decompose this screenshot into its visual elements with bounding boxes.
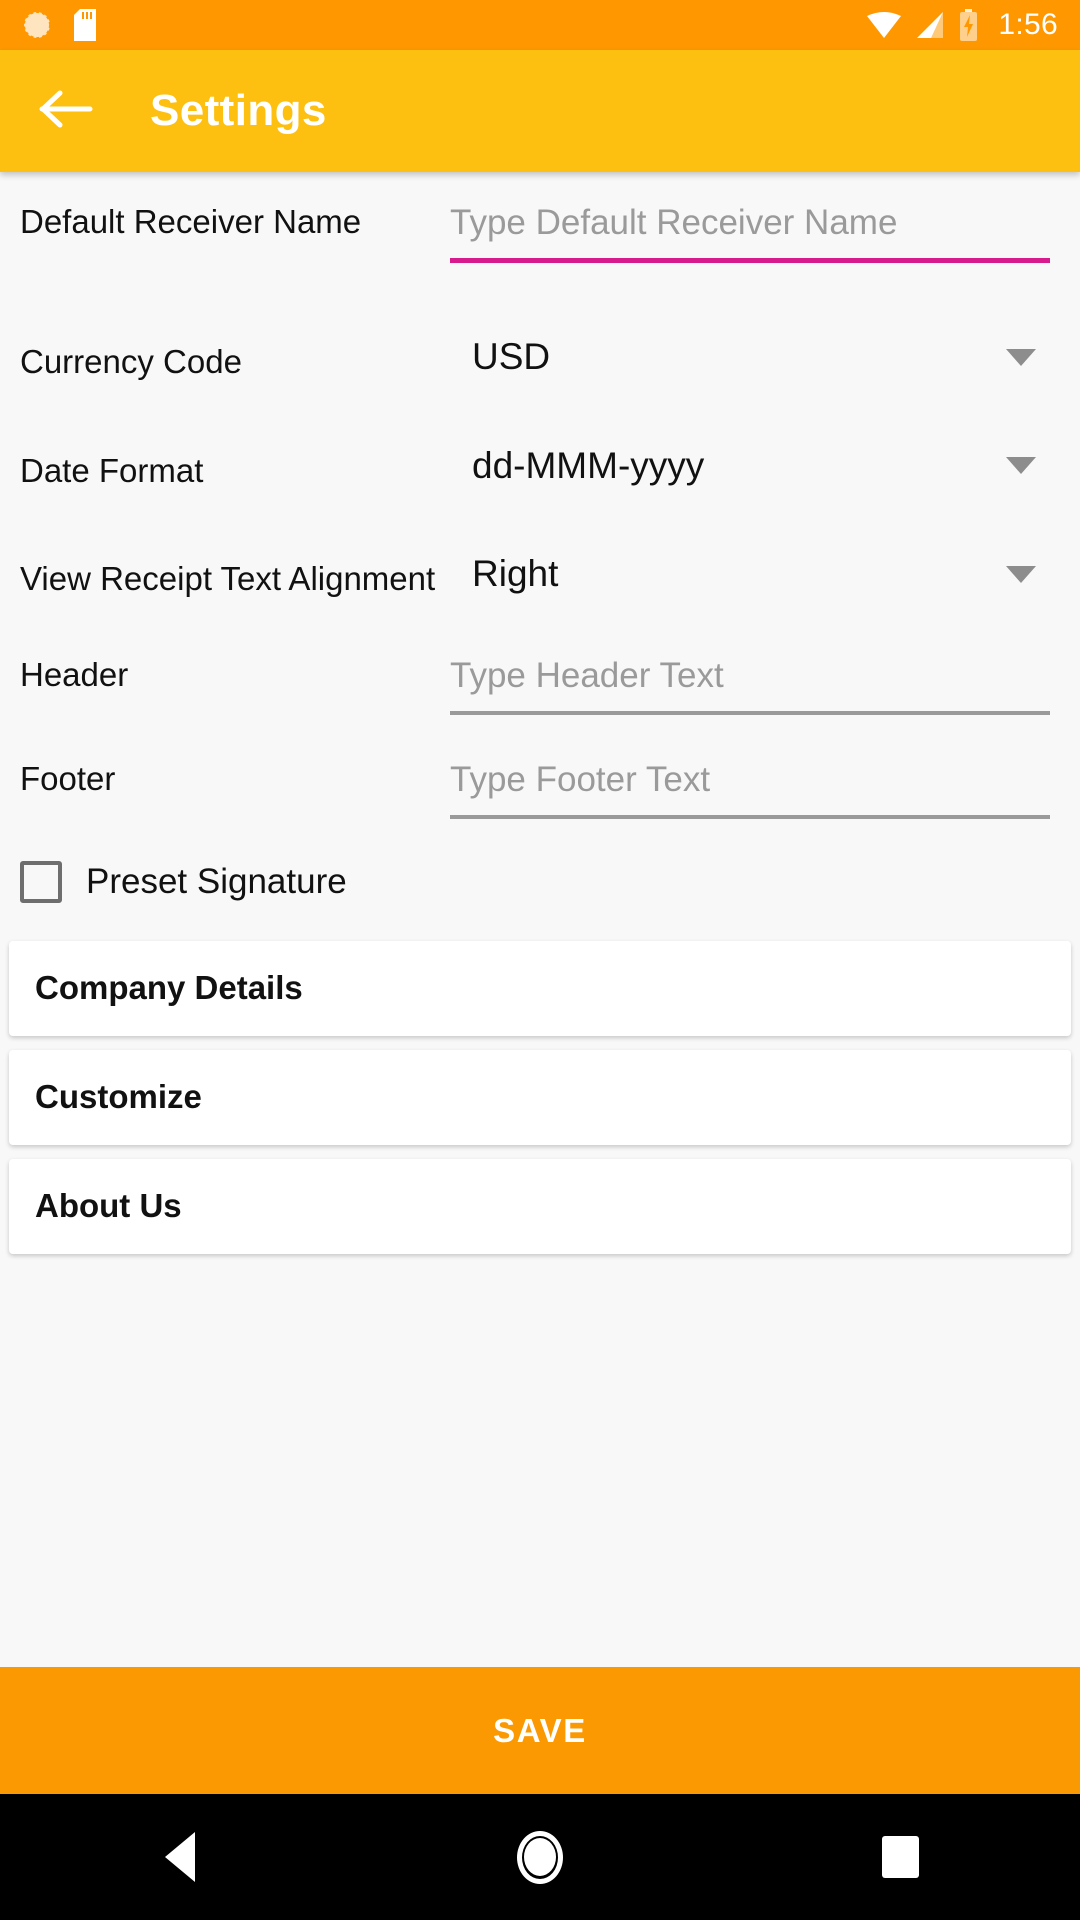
save-button[interactable]: SAVE <box>0 1667 1080 1794</box>
row-header: Header Type Header Text <box>0 655 1080 715</box>
header-input[interactable]: Type Header Text <box>450 655 1060 715</box>
android-navigation-bar <box>0 1794 1080 1920</box>
row-default-receiver-name: Default Receiver Name Type Default Recei… <box>0 202 1080 263</box>
chevron-down-icon <box>1006 348 1036 366</box>
back-button[interactable] <box>18 63 114 159</box>
preset-signature-row[interactable]: Preset Signature <box>0 860 1080 903</box>
default-receiver-name-input[interactable]: Type Default Receiver Name <box>450 202 1060 263</box>
chevron-down-icon <box>1006 565 1036 583</box>
default-receiver-name-underline <box>450 258 1050 263</box>
card-customize-label: Customize <box>35 1078 202 1116</box>
card-about-us-label: About Us <box>35 1187 182 1225</box>
footer-placeholder: Type Footer Text <box>450 759 711 799</box>
card-about-us[interactable]: About Us <box>9 1158 1071 1254</box>
currency-code-value: USD <box>472 336 551 377</box>
arrow-back-icon <box>38 86 94 137</box>
square-recents-icon <box>881 1836 919 1878</box>
sync-icon <box>22 10 52 40</box>
label-currency-code: Currency Code <box>20 343 242 380</box>
date-format-dropdown[interactable]: dd-MMM-yyyy <box>472 444 1060 488</box>
view-receipt-text-alignment-dropdown[interactable]: Right <box>472 552 1060 596</box>
status-bar-left-icons <box>22 9 96 41</box>
currency-code-dropdown[interactable]: USD <box>472 335 1060 379</box>
view-receipt-text-alignment-value: Right <box>472 553 559 595</box>
settings-content: Default Receiver Name Type Default Recei… <box>0 172 1080 1667</box>
nav-recents-button[interactable] <box>810 1794 990 1920</box>
label-footer: Footer <box>20 759 116 797</box>
nav-home-button[interactable] <box>450 1794 630 1920</box>
save-button-label: SAVE <box>493 1711 587 1749</box>
preset-signature-label: Preset Signature <box>86 861 347 901</box>
footer-input[interactable]: Type Footer Text <box>450 759 1060 819</box>
header-placeholder: Type Header Text <box>450 655 724 695</box>
status-bar: 1:56 <box>0 0 1080 50</box>
battery-charging-icon <box>959 9 978 41</box>
triangle-back-icon <box>165 1832 195 1882</box>
circle-home-inner <box>524 1838 556 1876</box>
settings-screen: 1:56 Settings Default Receiver Name Type… <box>0 0 1080 1920</box>
row-view-receipt-text-alignment: View Receipt Text Alignment Right <box>0 552 1080 599</box>
row-footer: Footer Type Footer Text <box>0 759 1080 819</box>
label-default-receiver-name: Default Receiver Name <box>20 203 362 240</box>
app-bar: Settings <box>0 50 1080 172</box>
card-company-details[interactable]: Company Details <box>9 940 1071 1036</box>
sd-card-icon <box>74 9 96 41</box>
label-date-format: Date Format <box>20 451 204 489</box>
nav-back-button[interactable] <box>90 1794 270 1920</box>
cellular-signal-icon <box>915 11 945 39</box>
label-header: Header <box>20 655 129 693</box>
page-title: Settings <box>150 86 327 135</box>
wifi-icon <box>867 11 902 39</box>
preset-signature-checkbox[interactable] <box>20 860 62 903</box>
default-receiver-name-placeholder: Type Default Receiver Name <box>450 203 898 242</box>
row-currency-code: Currency Code USD <box>0 335 1080 382</box>
footer-underline <box>450 814 1050 819</box>
status-bar-right-icons: 1:56 <box>867 8 1058 42</box>
card-company-details-label: Company Details <box>35 969 303 1007</box>
card-customize[interactable]: Customize <box>9 1049 1071 1145</box>
date-format-value: dd-MMM-yyyy <box>472 444 705 486</box>
chevron-down-icon <box>1006 457 1036 475</box>
row-date-format: Date Format dd-MMM-yyyy <box>0 444 1080 491</box>
label-view-receipt-text-alignment: View Receipt Text Alignment <box>20 560 436 598</box>
settings-cards: Company Details Customize About Us <box>0 940 1080 1254</box>
status-bar-clock: 1:56 <box>998 8 1058 41</box>
circle-home-icon <box>517 1830 563 1884</box>
header-underline <box>450 710 1050 715</box>
